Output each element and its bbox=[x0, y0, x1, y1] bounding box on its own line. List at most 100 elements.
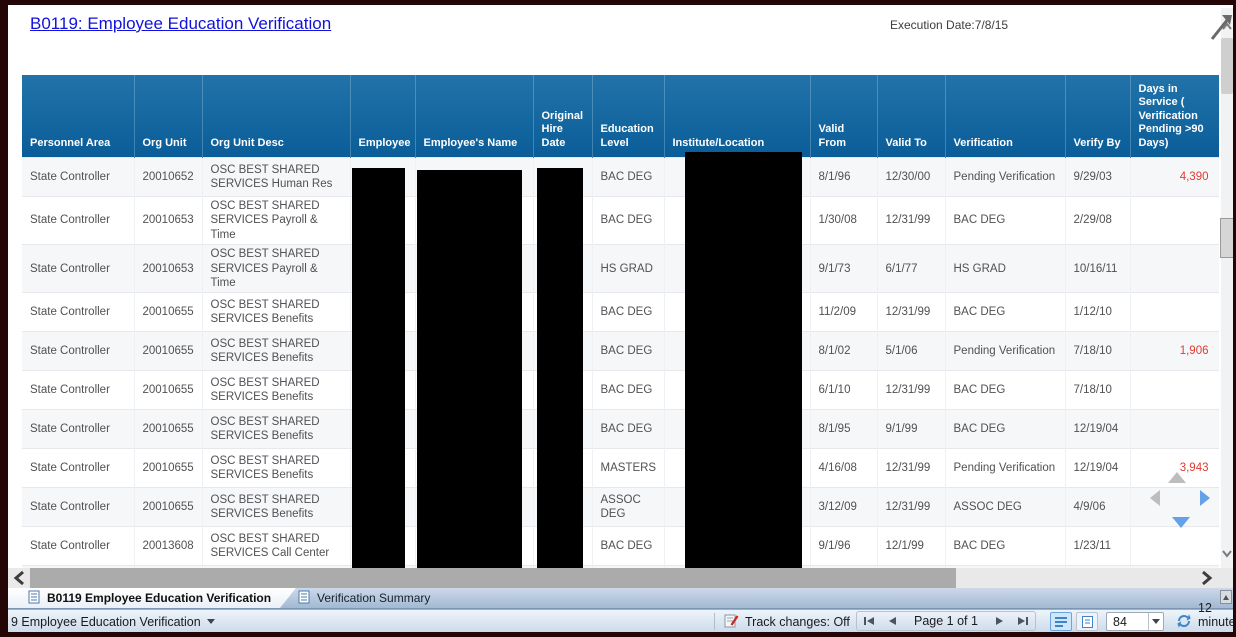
table-row: State Controller20010655OSC BEST SHARED … bbox=[22, 449, 1219, 488]
table-cell: 20010653 bbox=[134, 197, 202, 245]
quick-display-mode-button[interactable] bbox=[1050, 612, 1072, 631]
table-row: State Controller20010655OSC BEST SHARED … bbox=[22, 488, 1219, 527]
table-cell: State Controller bbox=[22, 245, 134, 293]
column-header: Valid From bbox=[810, 75, 877, 158]
redaction-box-hire-date bbox=[537, 168, 583, 570]
report-title-link[interactable]: B0119: Employee Education Verification bbox=[30, 14, 331, 34]
column-header: Employee bbox=[350, 75, 415, 158]
table-cell: 20010655 bbox=[134, 293, 202, 332]
mouse-cursor bbox=[1208, 11, 1233, 43]
redaction-box-employee bbox=[352, 168, 405, 570]
table-cell bbox=[1130, 245, 1219, 293]
scroll-up-arrow-icon[interactable] bbox=[1168, 472, 1186, 483]
vertical-scrollbar[interactable] bbox=[1221, 8, 1233, 598]
table-cell: 1/12/10 bbox=[1065, 293, 1130, 332]
next-page-button[interactable] bbox=[988, 612, 1012, 630]
table-cell: 20010655 bbox=[134, 488, 202, 527]
refresh-icon bbox=[1176, 613, 1192, 631]
redaction-box-employee-name bbox=[417, 170, 522, 570]
table-cell: 7/18/10 bbox=[1065, 332, 1130, 371]
last-page-button[interactable] bbox=[1011, 612, 1035, 630]
table-cell: 8/1/95 bbox=[810, 410, 877, 449]
table-cell: 4/16/08 bbox=[810, 449, 877, 488]
table-row: State Controller20010655OSC BEST SHARED … bbox=[22, 293, 1219, 332]
table-cell: OSC BEST SHARED SERVICES Human Res bbox=[202, 158, 350, 197]
table-cell: OSC BEST SHARED SERVICES Call Center bbox=[202, 527, 350, 566]
horizontal-scrollbar-thumb[interactable] bbox=[30, 568, 956, 588]
table-cell: 20010653 bbox=[134, 245, 202, 293]
report-viewer-window: B0119: Employee Education Verification E… bbox=[0, 0, 1236, 637]
table-row: State Controller20010653OSC BEST SHARED … bbox=[22, 245, 1219, 293]
report-selector[interactable]: 9 Employee Education Verification bbox=[11, 610, 215, 632]
table-cell: 2/29/08 bbox=[1065, 197, 1130, 245]
table-row: State Controller20010655OSC BEST SHARED … bbox=[22, 410, 1219, 449]
table-cell: BAC DEG bbox=[945, 293, 1065, 332]
vertical-scrollbar-handle[interactable] bbox=[1220, 218, 1233, 258]
table-cell: 1/30/08 bbox=[810, 197, 877, 245]
table-cell: 5/1/06 bbox=[877, 332, 945, 371]
scrollbar-down-icon bbox=[1222, 548, 1232, 558]
column-header: Education Level bbox=[592, 75, 664, 158]
table-cell: OSC BEST SHARED SERVICES Payroll & Time bbox=[202, 197, 350, 245]
table-cell: BAC DEG bbox=[592, 293, 664, 332]
table-cell: 20010655 bbox=[134, 371, 202, 410]
table-cell: State Controller bbox=[22, 293, 134, 332]
table-cell: OSC BEST SHARED SERVICES Benefits bbox=[202, 410, 350, 449]
column-header: Org Unit Desc bbox=[202, 75, 350, 158]
scroll-left-arrow-icon[interactable] bbox=[1150, 490, 1160, 506]
table-cell: Pending Verification bbox=[945, 332, 1065, 371]
table-cell: 4,390 bbox=[1130, 158, 1219, 197]
tab-label: Verification Summary bbox=[317, 591, 430, 605]
table-cell: HS GRAD bbox=[945, 245, 1065, 293]
table-cell: BAC DEG bbox=[945, 371, 1065, 410]
table-cell bbox=[1130, 197, 1219, 245]
tab-verification-summary[interactable]: Verification Summary bbox=[292, 588, 430, 608]
column-header: Verification bbox=[945, 75, 1065, 158]
page-view-icon bbox=[1081, 615, 1094, 629]
table-cell: 12/30/00 bbox=[877, 158, 945, 197]
scroll-right-arrow-icon[interactable] bbox=[1200, 490, 1210, 506]
zoom-select[interactable]: 84 bbox=[1106, 612, 1164, 631]
refresh-time-label: 12 minutes ago bbox=[1198, 601, 1233, 633]
track-changes-toggle[interactable]: Track changes: Off bbox=[724, 610, 850, 632]
table-cell bbox=[1130, 371, 1219, 410]
horizontal-scrollbar[interactable] bbox=[8, 568, 1233, 588]
table-cell: 20010655 bbox=[134, 449, 202, 488]
table-cell: BAC DEG bbox=[592, 197, 664, 245]
table-cell: 20010652 bbox=[134, 158, 202, 197]
table-cell: BAC DEG bbox=[592, 371, 664, 410]
table-row: State Controller20010655OSC BEST SHARED … bbox=[22, 332, 1219, 371]
table-cell: BAC DEG bbox=[592, 527, 664, 566]
table-cell bbox=[1130, 527, 1219, 566]
table-cell: 3/12/09 bbox=[810, 488, 877, 527]
table-cell: 6/1/77 bbox=[877, 245, 945, 293]
table-cell: 9/1/96 bbox=[810, 527, 877, 566]
report-selector-label: 9 Employee Education Verification bbox=[11, 615, 201, 629]
table-cell: 9/1/73 bbox=[810, 245, 877, 293]
table-cell: 8/1/96 bbox=[810, 158, 877, 197]
column-header: Institute/Location bbox=[664, 75, 810, 158]
table-cell: 12/31/99 bbox=[877, 197, 945, 245]
tab-b0119-employee-education-verification[interactable]: B0119 Employee Education Verification bbox=[8, 588, 296, 608]
vertical-scrollbar-thumb[interactable] bbox=[1221, 38, 1233, 94]
scroll-down-arrow-icon[interactable] bbox=[1172, 517, 1190, 528]
column-header: Days in Service ( Verification Pending >… bbox=[1130, 75, 1219, 158]
table-row: State Controller20010655OSC BEST SHARED … bbox=[22, 371, 1219, 410]
page-mode-button[interactable] bbox=[1076, 612, 1098, 631]
report-content-area: B0119: Employee Education Verification E… bbox=[8, 5, 1233, 632]
execution-date-label: Execution Date:7/8/15 bbox=[890, 18, 1008, 32]
column-header: Original Hire Date bbox=[533, 75, 592, 158]
previous-page-button[interactable] bbox=[881, 612, 905, 630]
table-cell: Pending Verification bbox=[945, 158, 1065, 197]
redaction-box-institute bbox=[685, 152, 802, 570]
table-cell: State Controller bbox=[22, 158, 134, 197]
refresh-status[interactable]: 12 minutes ago bbox=[1176, 610, 1233, 632]
table-cell: OSC BEST SHARED SERVICES Benefits bbox=[202, 371, 350, 410]
table-cell: BAC DEG bbox=[592, 332, 664, 371]
first-page-button[interactable] bbox=[857, 612, 881, 630]
table-cell: 12/31/99 bbox=[877, 449, 945, 488]
table-cell: 11/2/09 bbox=[810, 293, 877, 332]
table-cell: 1,906 bbox=[1130, 332, 1219, 371]
table-cell: 20010655 bbox=[134, 410, 202, 449]
track-changes-label: Track changes: Off bbox=[745, 615, 850, 629]
